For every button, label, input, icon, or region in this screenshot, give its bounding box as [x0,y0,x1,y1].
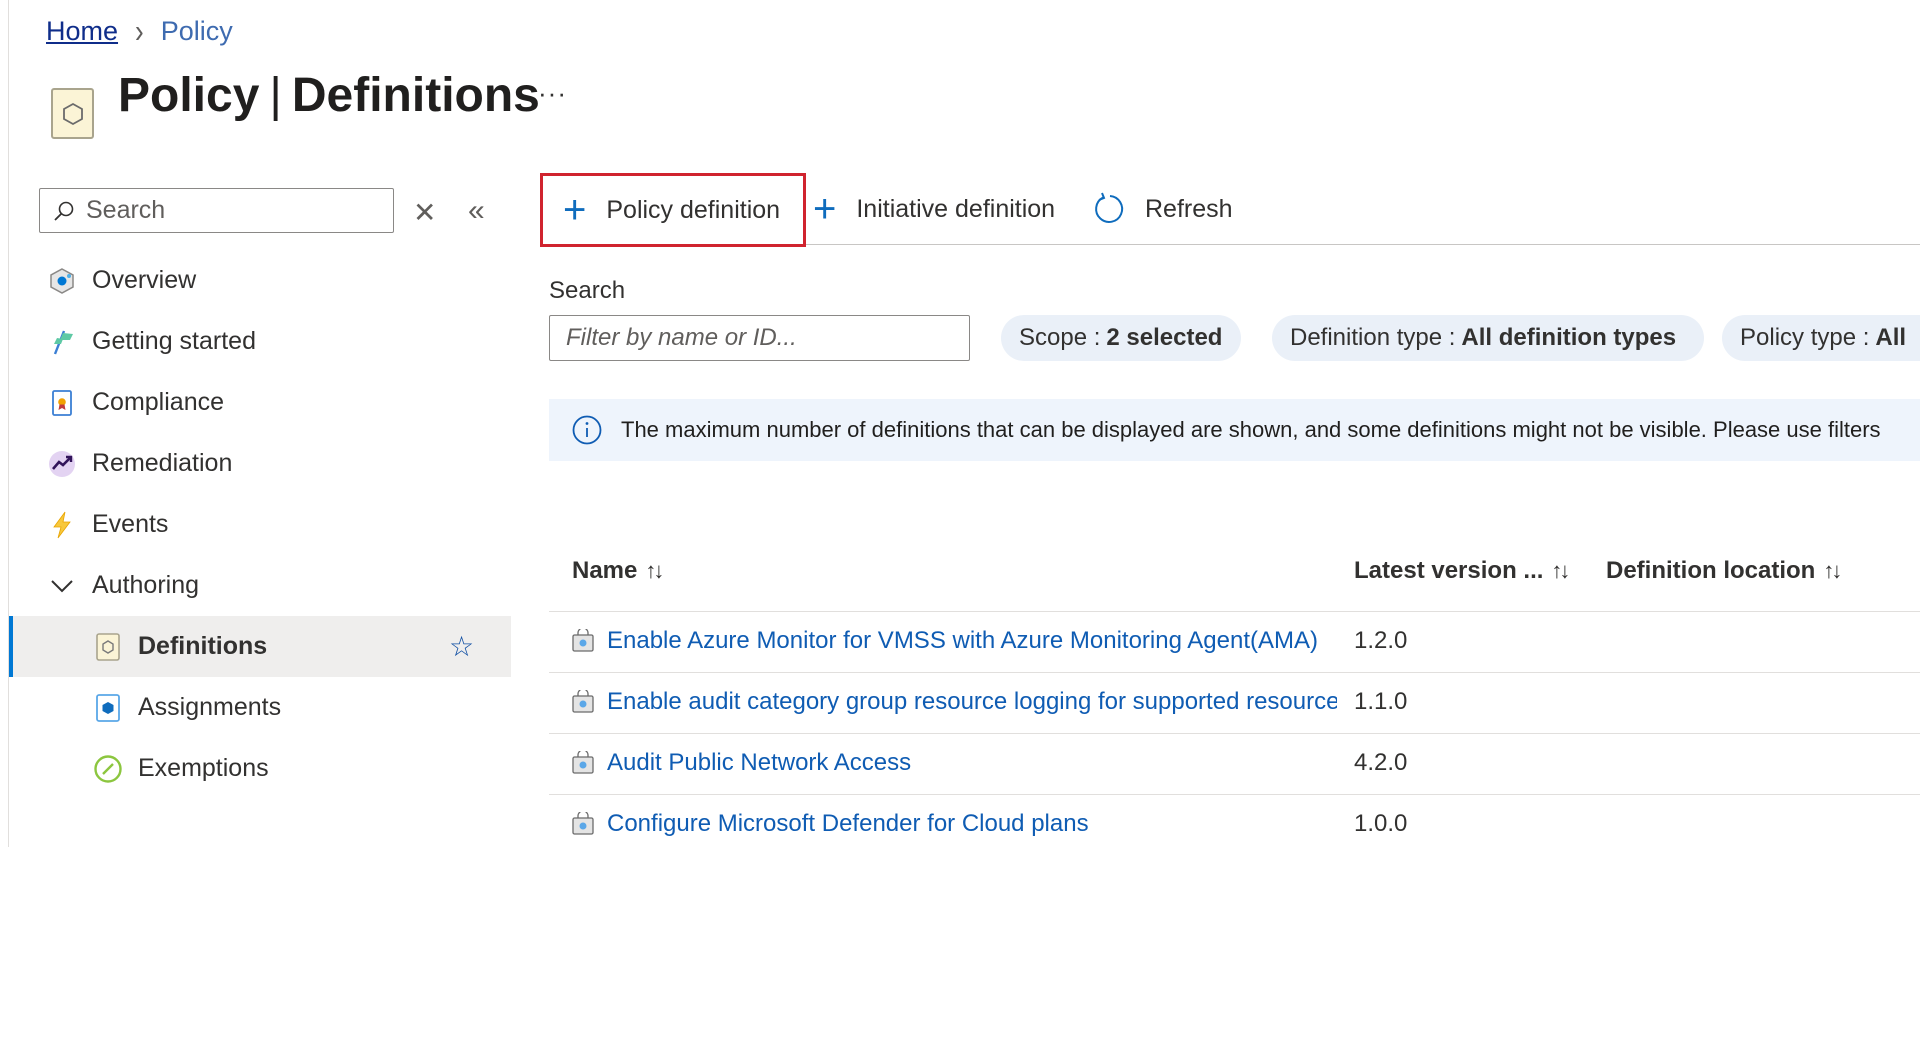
breadcrumb-chevron-icon: › [135,11,144,51]
column-header-name[interactable]: Name ↑↓ [572,557,664,585]
exemptions-icon [93,754,123,784]
definition-name-link[interactable]: Audit Public Network Access [607,749,1337,777]
table-row[interactable]: Enable audit category group resource log… [549,673,1920,734]
definition-version: 4.2.0 [1354,749,1408,776]
sidebar-item-label: Exemptions [138,754,269,782]
assignments-icon [93,693,123,723]
column-header-latest-version[interactable]: Latest version ... ↑↓ [1354,557,1570,585]
policy-type-filter-pill[interactable]: Policy type : All [1722,315,1920,361]
info-banner: The maximum number of definitions that c… [549,399,1920,461]
sidebar-item-compliance[interactable]: Compliance [9,372,511,433]
column-header-label: Latest version ... [1354,557,1544,584]
definition-type-filter-key: Definition type : [1290,324,1456,351]
filter-search-label: Search [549,277,626,304]
compliance-icon [47,388,77,418]
definition-type-filter-value: All definition types [1461,324,1677,351]
sort-icon: ↑↓ [1551,558,1570,583]
definition-version: 1.1.0 [1354,688,1408,715]
sidebar-item-overview[interactable]: Overview [9,250,511,311]
scope-filter-key: Scope : [1019,324,1101,351]
table-header: Name ↑↓ Latest version ... ↑↓ Definition l… [549,540,1920,612]
policy-definition-icon [572,812,594,835]
refresh-icon [1095,192,1124,223]
breadcrumb: Home › Policy [46,11,233,50]
policy-definition-icon [572,629,594,652]
breadcrumb-home-link[interactable]: Home [46,16,118,47]
sidebar-item-events[interactable]: Events [9,494,511,555]
sidebar-item-remediation[interactable]: Remediation [9,433,511,494]
info-banner-text: The maximum number of definitions that c… [621,417,1881,442]
portal-left-edge [0,0,9,847]
definition-name-link[interactable]: Configure Microsoft Defender for Cloud p… [607,810,1337,838]
info-icon [572,415,602,445]
sidebar-nav: Overview Getting started Compliance Reme… [9,250,511,799]
sidebar-item-getting-started[interactable]: Getting started [9,311,511,372]
collapse-sidebar-icon[interactable]: « [468,194,485,228]
sidebar-item-definitions[interactable]: Definitions ☆ [9,616,511,677]
breadcrumb-current[interactable]: Policy [161,16,233,47]
scope-filter-pill[interactable]: Scope :2 selected [1001,315,1241,361]
sidebar-group-authoring[interactable]: Authoring [9,555,511,616]
definition-name-link[interactable]: Enable Azure Monitor for VMSS with Azure… [607,627,1337,655]
more-options-button[interactable]: ··· [538,78,567,109]
filter-search-input[interactable] [549,315,970,361]
table-row[interactable]: Enable Azure Monitor for VMSS with Azure… [549,612,1920,673]
plus-icon: + [563,188,587,232]
policy-icon [51,88,94,139]
initiative-definition-label: Initiative definition [856,194,1056,223]
sidebar-item-label: Events [92,510,169,538]
overview-icon [47,266,77,296]
sidebar-search-box[interactable] [39,188,394,233]
sidebar-item-label: Compliance [92,388,225,416]
page-title-sub: Definitions [291,69,540,122]
table-row[interactable]: Configure Microsoft Defender for Cloud p… [549,795,1920,856]
chevron-down-icon [47,571,77,601]
events-icon [47,510,77,540]
table-row[interactable]: Audit Public Network Access 4.2.0 [549,734,1920,795]
page-title-main: Policy [118,69,260,122]
column-header-label: Definition location [1606,557,1816,584]
policy-definition-icon [572,690,594,713]
sidebar-item-label: Getting started [92,327,256,355]
getting-started-icon [47,327,77,357]
policy-definition-label: Policy definition [606,195,781,224]
policy-type-filter-value: All [1875,324,1907,351]
policy-definitions-page: Home › Policy Policy|Definitions ··· ✕ «… [0,0,1920,1052]
definition-type-filter-pill[interactable]: Definition type : All definition types [1272,315,1704,361]
sidebar-item-assignments[interactable]: Assignments [9,677,511,738]
sidebar-item-label: Authoring [92,571,200,599]
sidebar-item-label: Definitions [138,632,268,660]
sidebar-item-label: Remediation [92,449,233,477]
definition-version: 1.0.0 [1354,810,1408,837]
sidebar-item-exemptions[interactable]: Exemptions [9,738,511,799]
search-icon [54,201,74,221]
remediation-icon [47,449,77,479]
sort-icon: ↑↓ [1823,558,1842,583]
column-header-label: Name [572,557,638,584]
sort-icon: ↑↓ [645,558,664,583]
add-initiative-definition-button[interactable]: + Initiative definition [813,175,1055,243]
sidebar-item-label: Overview [92,266,197,294]
sidebar-item-label: Assignments [138,693,282,721]
column-header-definition-location[interactable]: Definition location ↑↓ [1606,557,1842,585]
plus-icon: + [813,187,837,231]
clear-search-icon[interactable]: ✕ [413,196,436,229]
add-policy-definition-button[interactable]: + Policy definition [540,173,806,247]
page-title-divider: | [269,69,282,122]
refresh-label: Refresh [1145,194,1233,223]
policy-definition-icon [572,751,594,774]
command-bar: + Policy definition + Initiative definit… [540,173,1920,247]
refresh-button[interactable]: Refresh [1093,175,1233,243]
definition-name-link[interactable]: Enable audit category group resource log… [607,688,1337,716]
definitions-table: Name ↑↓ Latest version ... ↑↓ Definition l… [549,540,1920,856]
definitions-icon [93,632,123,662]
favorite-star-icon[interactable]: ☆ [449,630,474,663]
definition-version: 1.2.0 [1354,627,1408,654]
sidebar-search-input[interactable] [86,196,376,225]
page-title: Policy | Definitions [118,68,540,123]
scope-filter-value: 2 selected [1106,324,1223,351]
policy-type-filter-key: Policy type : [1740,324,1870,351]
